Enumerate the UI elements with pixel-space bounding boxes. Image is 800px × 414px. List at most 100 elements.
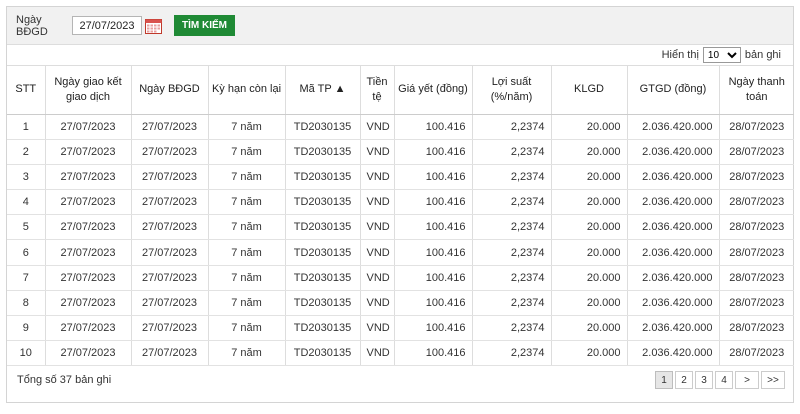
page-button-4[interactable]: 4 [715, 371, 733, 390]
cell-remaining-term: 7 năm [208, 189, 286, 216]
cell-stt: 1 [7, 114, 46, 140]
cell-price: 100.416 [394, 214, 473, 241]
page-size-prefix: Hiển thị [661, 49, 699, 61]
table-footer: Tổng số 37 bản ghi 1 2 3 4 > >> [7, 366, 793, 394]
search-button[interactable]: TÌM KIẾM [174, 15, 235, 36]
table-row: 7 27/07/2023 27/07/2023 7 năm TD2030135 VND 10… [7, 265, 794, 291]
cell-bond-code: TD2030135 [285, 189, 361, 216]
cell-settlement-date: 28/07/2023 [719, 340, 794, 367]
calendar-icon[interactable] [145, 18, 162, 34]
cell-start-date: 27/07/2023 [131, 114, 209, 140]
cell-stt: 9 [7, 315, 46, 342]
cell-start-date: 27/07/2023 [131, 340, 209, 367]
cell-currency: VND [360, 315, 395, 342]
cell-start-date: 27/07/2023 [131, 239, 209, 266]
cell-stt: 8 [7, 290, 46, 317]
cell-yield: 2,2374 [472, 265, 552, 291]
cell-stt: 6 [7, 239, 46, 266]
cell-volume: 20.000 [551, 340, 628, 367]
cell-bond-code: TD2030135 [285, 139, 361, 165]
page-button-1[interactable]: 1 [655, 371, 673, 390]
page-size-select[interactable]: 10 [702, 47, 741, 63]
cell-volume: 20.000 [551, 265, 628, 291]
cell-currency: VND [360, 239, 395, 266]
cell-bond-code: TD2030135 [285, 239, 361, 266]
col-header-settlement-date: Ngày thanh toán [719, 66, 794, 115]
cell-yield: 2,2374 [472, 189, 552, 216]
cell-volume: 20.000 [551, 189, 628, 216]
cell-price: 100.416 [394, 315, 473, 342]
cell-settlement-date: 28/07/2023 [719, 315, 794, 342]
cell-currency: VND [360, 265, 395, 291]
cell-settlement-date: 28/07/2023 [719, 239, 794, 266]
cell-remaining-term: 7 năm [208, 164, 286, 191]
cell-bond-code: TD2030135 [285, 340, 361, 367]
cell-remaining-term: 7 năm [208, 139, 286, 165]
col-header-bond-code[interactable]: Mã TP ▲ [285, 66, 361, 115]
next-page-button[interactable]: > [735, 371, 759, 390]
page-button-3[interactable]: 3 [695, 371, 713, 390]
cell-remaining-term: 7 năm [208, 290, 286, 317]
cell-settlement-date: 28/07/2023 [719, 290, 794, 317]
cell-bond-code: TD2030135 [285, 164, 361, 191]
table-row: 2 27/07/2023 27/07/2023 7 năm TD2030135 VND 10… [7, 139, 794, 165]
cell-remaining-term: 7 năm [208, 114, 286, 140]
table-row: 9 27/07/2023 27/07/2023 7 năm TD2030135 VND 10… [7, 315, 794, 342]
cell-start-date: 27/07/2023 [131, 164, 209, 191]
table-row: 10 27/07/2023 27/07/2023 7 năm TD2030135 VND 1… [7, 340, 794, 367]
cell-price: 100.416 [394, 340, 473, 367]
cell-volume: 20.000 [551, 214, 628, 241]
cell-currency: VND [360, 189, 395, 216]
cell-value: 2.036.420.000 [627, 340, 720, 367]
page-size-suffix: bản ghi [744, 49, 781, 61]
cell-start-date: 27/07/2023 [131, 139, 209, 165]
page-button-2[interactable]: 2 [675, 371, 693, 390]
cell-start-date: 27/07/2023 [131, 290, 209, 317]
col-header-remaining-term: Kỳ hạn còn lại [208, 66, 286, 115]
cell-stt: 7 [7, 265, 46, 291]
cell-start-date: 27/07/2023 [131, 189, 209, 216]
cell-remaining-term: 7 năm [208, 239, 286, 266]
cell-price: 100.416 [394, 265, 473, 291]
cell-volume: 20.000 [551, 290, 628, 317]
col-header-yield: Lợi suất (%/năm) [472, 66, 552, 115]
date-input[interactable] [72, 16, 142, 35]
table-row: 3 27/07/2023 27/07/2023 7 năm TD2030135 VND 10… [7, 164, 794, 191]
cell-trade-date: 27/07/2023 [45, 315, 132, 342]
cell-value: 2.036.420.000 [627, 189, 720, 216]
col-header-value: GTGD (đồng) [627, 66, 720, 115]
cell-settlement-date: 28/07/2023 [719, 189, 794, 216]
cell-start-date: 27/07/2023 [131, 214, 209, 241]
cell-settlement-date: 28/07/2023 [719, 164, 794, 191]
cell-currency: VND [360, 214, 395, 241]
cell-yield: 2,2374 [472, 290, 552, 317]
table-row: 6 27/07/2023 27/07/2023 7 năm TD2030135 VND 10… [7, 239, 794, 266]
cell-value: 2.036.420.000 [627, 290, 720, 317]
bond-trading-panel: Ngày BĐGD TÌM KIẾM Hiển thị 10 bản ghi S… [6, 6, 794, 403]
page-size-row: Hiển thị 10 bản ghi [7, 45, 793, 66]
cell-volume: 20.000 [551, 114, 628, 140]
cell-trade-date: 27/07/2023 [45, 114, 132, 140]
cell-trade-date: 27/07/2023 [45, 265, 132, 291]
cell-price: 100.416 [394, 239, 473, 266]
cell-trade-date: 27/07/2023 [45, 340, 132, 367]
cell-trade-date: 27/07/2023 [45, 164, 132, 191]
cell-currency: VND [360, 139, 395, 165]
cell-stt: 5 [7, 214, 46, 241]
cell-currency: VND [360, 164, 395, 191]
cell-volume: 20.000 [551, 139, 628, 165]
last-page-button[interactable]: >> [761, 371, 785, 390]
cell-price: 100.416 [394, 189, 473, 216]
table-header-row: STT Ngày giao kết giao dịch Ngày BĐGD Kỳ… [7, 66, 794, 115]
cell-bond-code: TD2030135 [285, 315, 361, 342]
cell-trade-date: 27/07/2023 [45, 239, 132, 266]
cell-settlement-date: 28/07/2023 [719, 114, 794, 140]
cell-yield: 2,2374 [472, 114, 552, 140]
cell-remaining-term: 7 năm [208, 315, 286, 342]
cell-trade-date: 27/07/2023 [45, 189, 132, 216]
cell-stt: 4 [7, 189, 46, 216]
cell-value: 2.036.420.000 [627, 239, 720, 266]
cell-stt: 2 [7, 139, 46, 165]
cell-settlement-date: 28/07/2023 [719, 139, 794, 165]
cell-trade-date: 27/07/2023 [45, 139, 132, 165]
